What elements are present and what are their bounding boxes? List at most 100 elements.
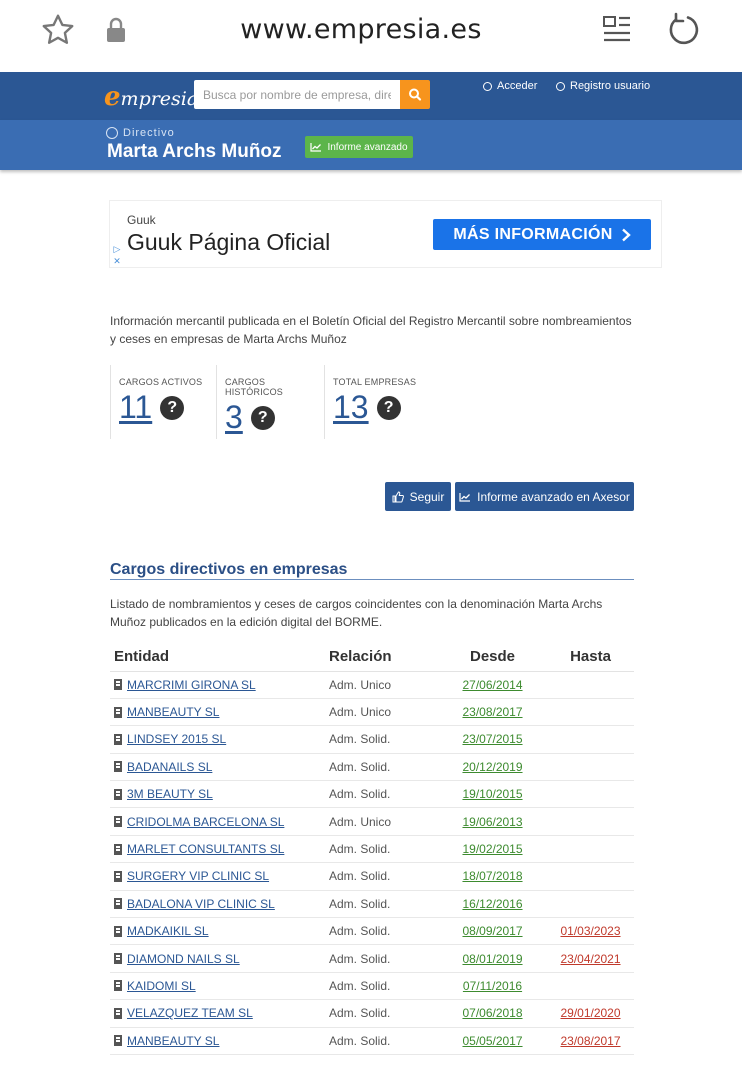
login-link[interactable]: Acceder — [483, 80, 537, 92]
building-icon — [114, 870, 122, 882]
from-date-cell: 07/06/2018 — [438, 999, 547, 1028]
entity-link[interactable]: MADKAIKIL SL — [127, 924, 209, 938]
chart-line-icon — [459, 492, 471, 502]
profile-subheader: Directivo Marta Archs Muñoz Informe avan… — [0, 120, 742, 170]
ad-banner[interactable]: Guuk Guuk Página Oficial MÁS INFORMACIÓN… — [109, 200, 662, 268]
to-date-link[interactable]: 23/04/2021 — [560, 952, 620, 966]
search-input[interactable] — [194, 80, 400, 109]
to-date-link[interactable]: 01/03/2023 — [560, 924, 620, 938]
entity-cell: MARCRIMI GIRONA SL — [110, 671, 329, 699]
stat-active-value[interactable]: 11 — [119, 389, 152, 426]
entity-link[interactable]: MANBEAUTY SL — [127, 705, 219, 719]
register-link[interactable]: Registro usuario — [556, 80, 650, 92]
entity-cell: VELAZQUEZ TEAM SL — [110, 999, 329, 1028]
help-icon[interactable]: ? — [160, 395, 185, 420]
building-icon — [114, 980, 122, 992]
to-date-cell: 29/01/2020 — [547, 999, 634, 1028]
entity-link[interactable]: MARLET CONSULTANTS SL — [127, 842, 284, 856]
from-date-link[interactable]: 08/09/2017 — [462, 924, 522, 938]
from-date-cell: 18/07/2018 — [438, 862, 547, 891]
stat-historical-value[interactable]: 3 — [225, 399, 243, 436]
entity-link[interactable]: CRIDOLMA BARCELONA SL — [127, 815, 284, 829]
from-date-link[interactable]: 08/01/2019 — [462, 952, 522, 966]
intro-text: Información mercantil publicada en el Bo… — [110, 314, 632, 346]
section-label: Directivo — [106, 127, 175, 139]
from-date-link[interactable]: 19/02/2015 — [462, 842, 522, 856]
entity-link[interactable]: 3M BEAUTY SL — [127, 787, 213, 801]
from-date-link[interactable]: 19/06/2013 — [462, 815, 522, 829]
from-date-link[interactable]: 18/07/2018 — [462, 869, 522, 883]
chart-line-icon — [310, 143, 322, 152]
table-row: BADANAILS SL Adm. Solid. 20/12/2019 — [110, 753, 634, 782]
stats-panel: CARGOS ACTIVOS 11 ? CARGOS HISTÓRICOS 3 … — [110, 365, 434, 439]
entity-link[interactable]: BADALONA VIP CLINIC SL — [127, 897, 275, 911]
to-date-cell — [547, 725, 634, 754]
axesor-report-button[interactable]: Informe avanzado en Axesor — [455, 482, 634, 511]
relation-cell: Adm. Unico — [329, 807, 438, 836]
to-date-cell — [547, 671, 634, 699]
table-row: 3M BEAUTY SL Adm. Solid. 19/10/2015 — [110, 780, 634, 809]
entity-cell: MARLET CONSULTANTS SL — [110, 835, 329, 864]
ad-close-icon[interactable]: ✕ — [111, 255, 123, 267]
adchoices-icon[interactable]: ▷ — [111, 243, 123, 255]
from-date-link[interactable]: 16/12/2016 — [462, 897, 522, 911]
from-date-link[interactable]: 05/05/2017 — [462, 1034, 522, 1048]
from-date-link[interactable]: 20/12/2019 — [462, 760, 522, 774]
reload-icon[interactable] — [666, 12, 702, 48]
entity-cell: MADKAIKIL SL — [110, 917, 329, 946]
ad-more-info-button[interactable]: MÁS INFORMACIÓN — [433, 219, 651, 250]
entity-link[interactable]: DIAMOND NAILS SL — [127, 952, 240, 966]
relation-cell: Adm. Solid. — [329, 725, 438, 754]
entity-link[interactable]: BADANAILS SL — [127, 760, 212, 774]
from-date-link[interactable]: 07/06/2018 — [462, 1006, 522, 1020]
from-date-link[interactable]: 27/06/2014 — [462, 678, 522, 692]
entity-link[interactable]: MARCRIMI GIRONA SL — [127, 678, 256, 692]
follow-button[interactable]: Seguir — [385, 482, 451, 511]
to-date-cell: 23/04/2021 — [547, 944, 634, 973]
stat-total: TOTAL EMPRESAS 13 ? — [324, 365, 434, 439]
relation-cell: Adm. Solid. — [329, 835, 438, 864]
thumbs-up-icon — [392, 490, 404, 502]
to-date-cell — [547, 780, 634, 809]
from-date-link[interactable]: 23/07/2015 — [462, 732, 522, 746]
entity-cell: LINDSEY 2015 SL — [110, 725, 329, 754]
building-icon — [114, 679, 122, 691]
entity-cell: CRIDOLMA BARCELONA SL — [110, 807, 329, 836]
entity-link[interactable]: KAIDOMI SL — [127, 979, 196, 993]
empresia-logo[interactable]: empresia — [104, 82, 198, 112]
entity-link[interactable]: SURGERY VIP CLINIC SL — [127, 869, 269, 883]
table-row: CRIDOLMA BARCELONA SL Adm. Unico 19/06/201… — [110, 807, 634, 836]
from-date-cell: 08/01/2019 — [438, 944, 547, 973]
to-date-link[interactable]: 29/01/2020 — [560, 1006, 620, 1020]
to-date-cell: 23/08/2017 — [547, 1027, 634, 1055]
column-header-entity: Entidad — [110, 643, 329, 672]
entity-link[interactable]: VELAZQUEZ TEAM SL — [127, 1006, 253, 1020]
help-icon[interactable]: ? — [250, 405, 275, 430]
advanced-report-button[interactable]: Informe avanzado — [305, 136, 413, 158]
to-date-link[interactable]: 23/08/2017 — [560, 1034, 620, 1048]
entity-cell: MANBEAUTY SL — [110, 698, 329, 727]
building-icon — [114, 843, 122, 855]
from-date-link[interactable]: 23/08/2017 — [462, 705, 522, 719]
reader-mode-icon[interactable] — [602, 14, 632, 44]
building-icon — [114, 1007, 122, 1019]
section-title: Cargos directivos en empresas — [110, 561, 348, 578]
from-date-cell: 08/09/2017 — [438, 917, 547, 946]
to-date-cell — [547, 807, 634, 836]
entity-cell: BADALONA VIP CLINIC SL — [110, 890, 329, 919]
entity-link[interactable]: MANBEAUTY SL — [127, 1034, 219, 1048]
relation-cell: Adm. Solid. — [329, 999, 438, 1028]
table-row: MANBEAUTY SL Adm. Unico 23/08/2017 — [110, 698, 634, 727]
entity-link[interactable]: LINDSEY 2015 SL — [127, 732, 226, 746]
building-icon — [114, 953, 122, 965]
search-button[interactable] — [400, 80, 430, 109]
table-row: SURGERY VIP CLINIC SL Adm. Solid. 18/07/20… — [110, 862, 634, 891]
help-icon[interactable]: ? — [376, 395, 401, 420]
from-date-link[interactable]: 19/10/2015 — [462, 787, 522, 801]
table-row: VELAZQUEZ TEAM SL Adm. Solid. 07/06/2018 29… — [110, 999, 634, 1028]
ad-title[interactable]: Guuk Página Oficial — [127, 229, 330, 256]
from-date-link[interactable]: 07/11/2016 — [463, 979, 522, 993]
ad-choices[interactable]: ▷ ✕ — [111, 243, 123, 267]
to-date-cell: 01/03/2023 — [547, 917, 634, 946]
stat-total-value[interactable]: 13 — [333, 389, 369, 426]
